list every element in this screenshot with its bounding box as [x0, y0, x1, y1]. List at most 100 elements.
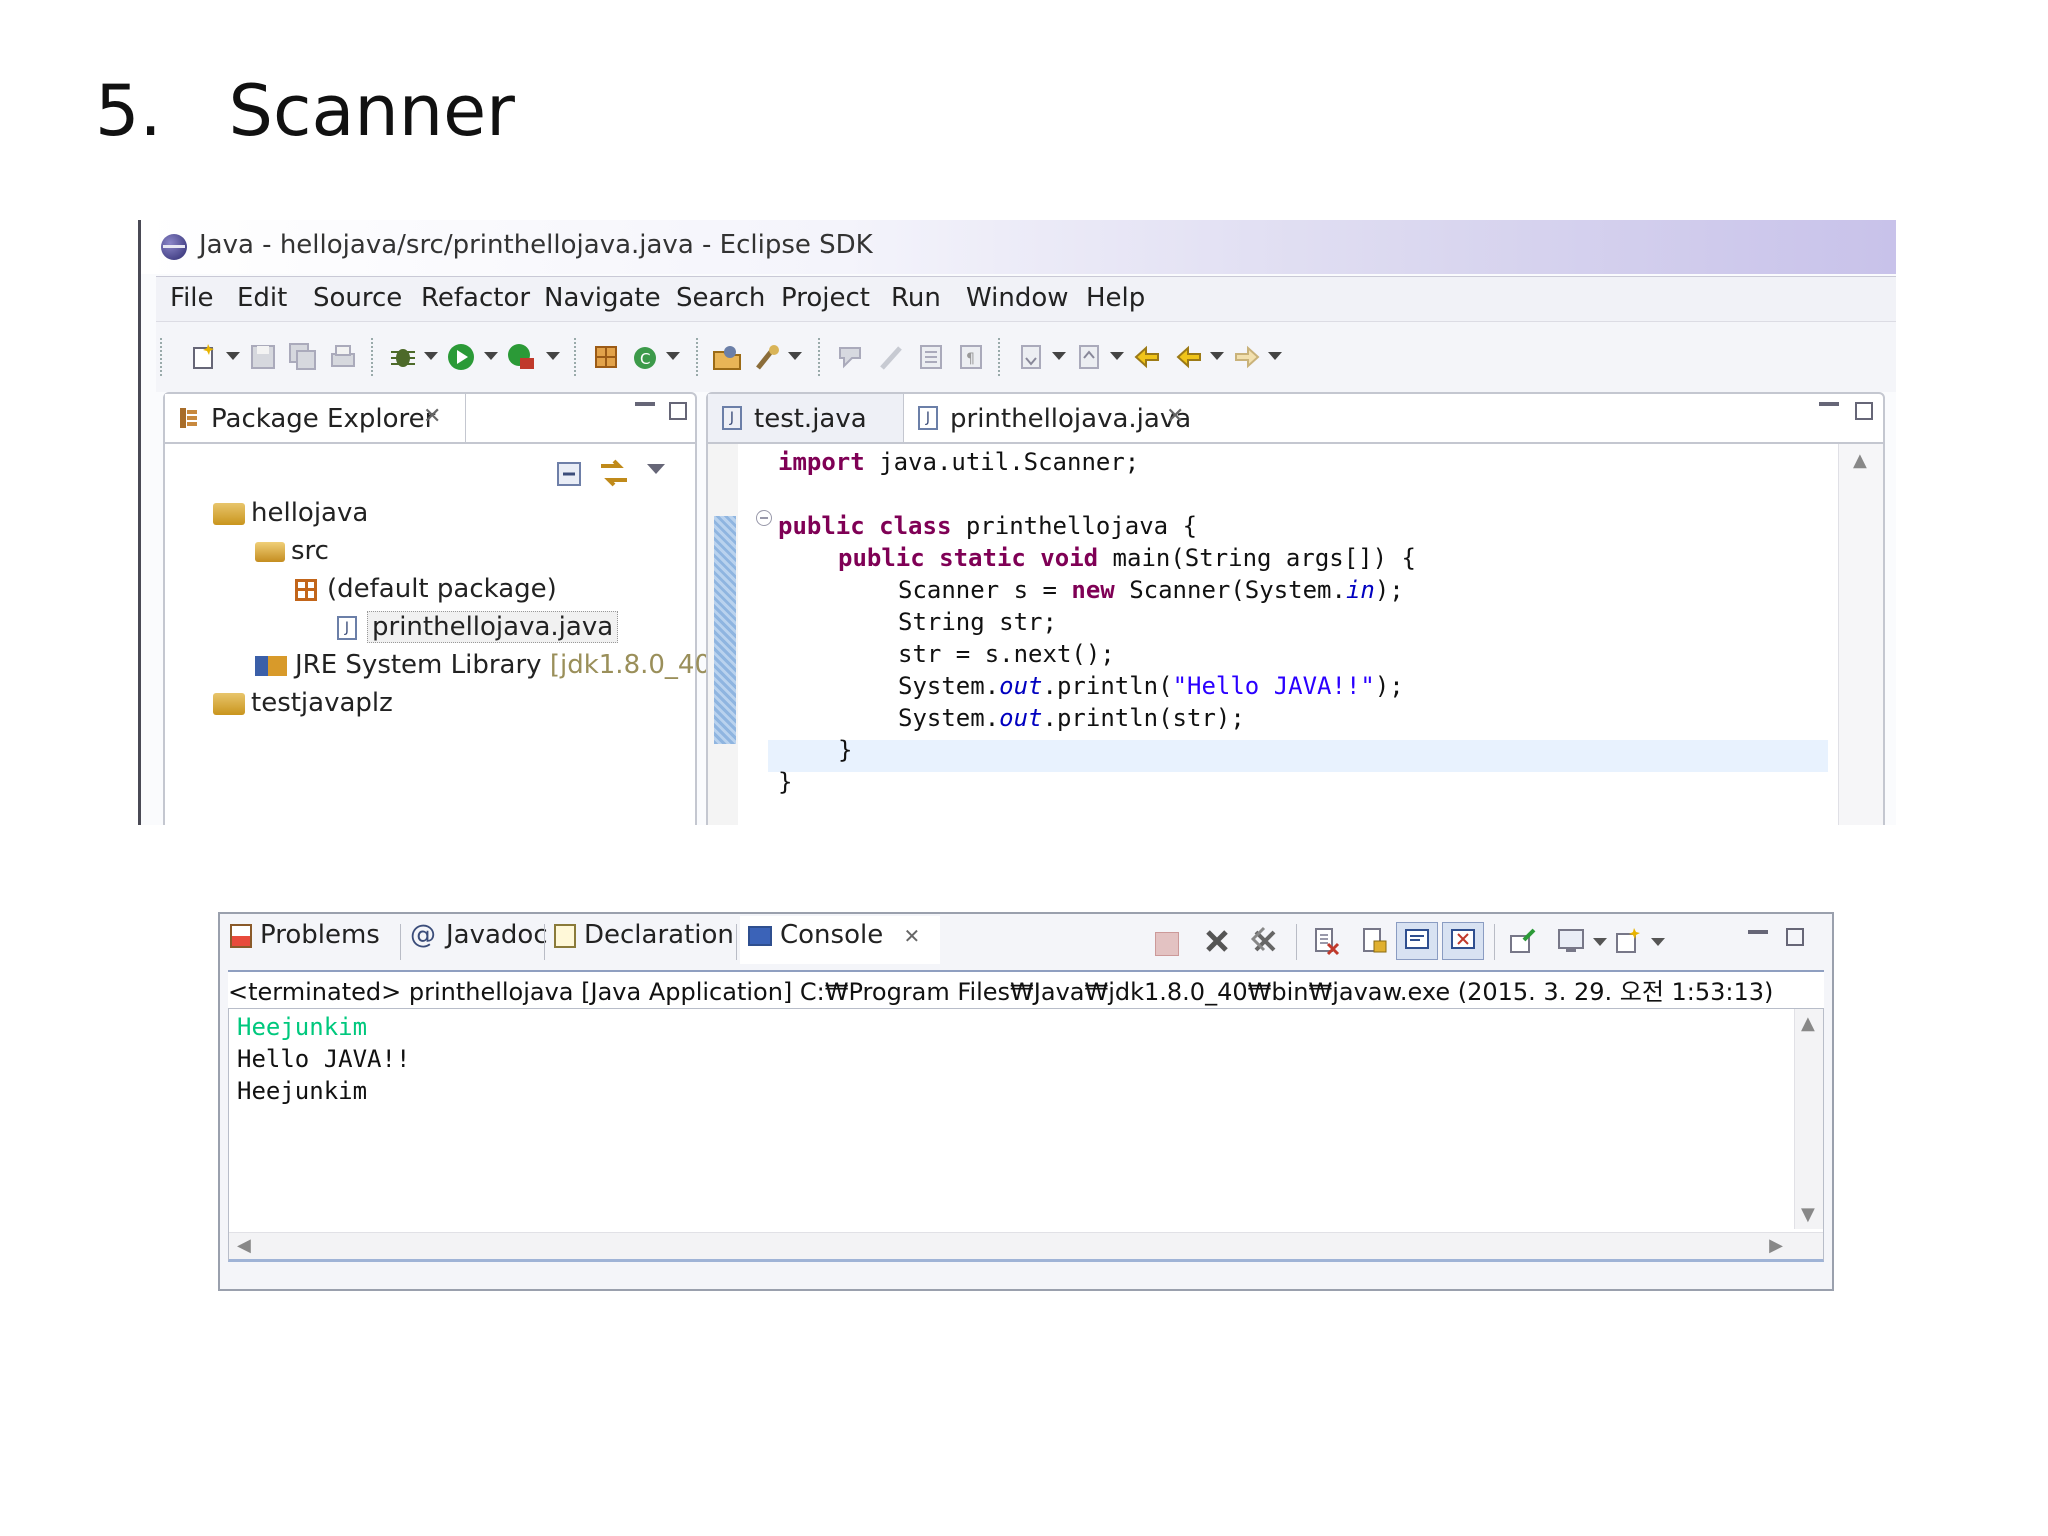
tab-problems[interactable]: Problems [230, 920, 380, 950]
previous-annotation-dropdown-icon[interactable] [1110, 352, 1124, 360]
tab-package-explorer[interactable]: Package Explorer ✕ [165, 394, 466, 442]
external-tools-dropdown-icon[interactable] [546, 352, 560, 360]
menu-project[interactable]: Project [781, 283, 870, 313]
menu-refactor[interactable]: Refactor [421, 283, 530, 313]
external-tools-icon[interactable] [506, 342, 536, 372]
scroll-right-icon[interactable]: ▶ [1769, 1235, 1783, 1256]
back-icon[interactable] [1174, 342, 1204, 372]
next-annotation-icon[interactable] [1016, 342, 1046, 372]
vertical-scrollbar[interactable]: ▲ ▼ [1794, 1009, 1823, 1229]
tree-item-default-package[interactable]: (default package) [295, 574, 557, 604]
save-all-icon[interactable] [288, 342, 318, 372]
save-icon[interactable] [248, 342, 278, 372]
open-console-icon[interactable] [1614, 926, 1644, 956]
tab-declaration[interactable]: Declaration [554, 920, 734, 950]
scroll-up-icon[interactable]: ▲ [1853, 450, 1867, 471]
next-annotation-dropdown-icon[interactable] [1052, 352, 1066, 360]
forward-dropdown-icon[interactable] [1268, 352, 1282, 360]
minimize-icon[interactable] [635, 402, 655, 406]
show-on-stdout-toggle[interactable] [1396, 922, 1438, 960]
minimize-icon[interactable] [1819, 402, 1839, 406]
toolbar-separator [1494, 924, 1495, 960]
new-package-icon[interactable] [591, 342, 621, 372]
fold-collapse-icon[interactable] [756, 510, 772, 526]
menu-file[interactable]: File [170, 283, 214, 313]
remove-all-terminated-icon[interactable] [1250, 926, 1280, 956]
scroll-left-icon[interactable]: ◀ [237, 1235, 251, 1256]
code-line: public static void main(String args[]) { [838, 544, 1416, 572]
tab-javadoc[interactable]: @ Javadoc [410, 920, 548, 950]
print-icon[interactable] [328, 342, 358, 372]
new-icon[interactable] [190, 342, 220, 372]
toolbar-separator [818, 338, 822, 376]
file-name: printhellojava.java [367, 611, 619, 643]
menu-help[interactable]: Help [1086, 283, 1145, 313]
tab-console[interactable]: Console ✕ [740, 916, 940, 964]
show-whitespace-icon[interactable]: ¶ [956, 342, 986, 372]
close-icon[interactable]: ✕ [423, 404, 441, 429]
new-class-dropdown-icon[interactable] [666, 352, 680, 360]
new-class-icon[interactable]: C [631, 342, 661, 372]
link-with-editor-icon[interactable] [597, 456, 631, 490]
menu-run[interactable]: Run [891, 283, 941, 313]
back-dropdown-icon[interactable] [1210, 352, 1224, 360]
tab-printhellojava[interactable]: J printhellojava.java ✕ [904, 394, 1204, 442]
collapse-all-icon[interactable] [555, 460, 583, 488]
menu-window[interactable]: Window [966, 283, 1069, 313]
debug-dropdown-icon[interactable] [424, 352, 438, 360]
pin-console-icon[interactable] [1508, 926, 1538, 956]
display-selected-console-icon[interactable] [1556, 926, 1586, 956]
code-line: Scanner s = new Scanner(System.in); [898, 576, 1404, 604]
highlight-icon[interactable] [876, 342, 906, 372]
close-icon[interactable]: ✕ [903, 924, 920, 948]
project-icon [213, 502, 245, 525]
scroll-down-icon[interactable]: ▼ [1801, 1204, 1815, 1225]
project-icon [213, 692, 245, 715]
block-selection-icon[interactable] [916, 342, 946, 372]
run-dropdown-icon[interactable] [484, 352, 498, 360]
console-output-area[interactable]: Heejunkim Hello JAVA!! Heejunkim ▲ ▼ ◀ ▶ [228, 1008, 1824, 1262]
vertical-scrollbar[interactable]: ▲ [1838, 444, 1883, 825]
tree-item-hellojava[interactable]: hellojava [213, 498, 368, 528]
tab-test-java[interactable]: J test.java [708, 394, 904, 442]
scroll-up-icon[interactable]: ▲ [1801, 1013, 1815, 1034]
run-icon[interactable] [446, 342, 476, 372]
toggle-mark-occurrences-icon[interactable] [836, 342, 866, 372]
tree-item-printhellojava[interactable]: Jprinthellojava.java [337, 611, 619, 643]
tree-item-jre[interactable]: JRE System Library [jdk1.8.0_40] [255, 650, 721, 680]
menu-source[interactable]: Source [313, 283, 402, 313]
view-menu-icon[interactable] [647, 464, 665, 474]
remove-launch-icon[interactable] [1202, 926, 1232, 956]
menu-search[interactable]: Search [676, 283, 765, 313]
code-line: } [838, 736, 853, 764]
search-dropdown-icon[interactable] [788, 352, 802, 360]
clear-console-icon[interactable] [1312, 926, 1342, 956]
toolbar-separator [574, 338, 578, 376]
previous-annotation-icon[interactable] [1074, 342, 1104, 372]
code-line: System.out.println(str); [898, 704, 1245, 732]
last-edit-location-icon[interactable] [1132, 342, 1162, 372]
menu-navigate[interactable]: Navigate [544, 283, 661, 313]
close-icon[interactable]: ✕ [1166, 404, 1184, 429]
tree-item-testjavaplz[interactable]: testjavaplz [213, 688, 393, 718]
show-on-stderr-toggle[interactable] [1442, 922, 1484, 960]
search-icon[interactable] [752, 342, 782, 372]
folder-name: src [291, 536, 329, 566]
open-type-icon[interactable] [712, 342, 742, 372]
terminate-icon[interactable] [1155, 932, 1179, 956]
horizontal-scrollbar[interactable]: ◀ ▶ [229, 1232, 1823, 1259]
open-console-dropdown-icon[interactable] [1651, 938, 1665, 946]
maximize-icon[interactable] [1786, 928, 1804, 946]
scroll-lock-icon[interactable] [1360, 926, 1390, 956]
display-console-dropdown-icon[interactable] [1593, 938, 1607, 946]
menu-edit[interactable]: Edit [237, 283, 287, 313]
maximize-icon[interactable] [1855, 402, 1873, 420]
new-dropdown-icon[interactable] [226, 352, 240, 360]
forward-icon[interactable] [1232, 342, 1262, 372]
tree-item-src[interactable]: src [255, 536, 329, 566]
console-status-line: <terminated> printhellojava [Java Applic… [228, 970, 1824, 1008]
minimize-icon[interactable] [1748, 930, 1768, 934]
library-name: JRE System Library [295, 650, 542, 680]
maximize-icon[interactable] [669, 402, 687, 420]
debug-icon[interactable] [388, 342, 418, 372]
